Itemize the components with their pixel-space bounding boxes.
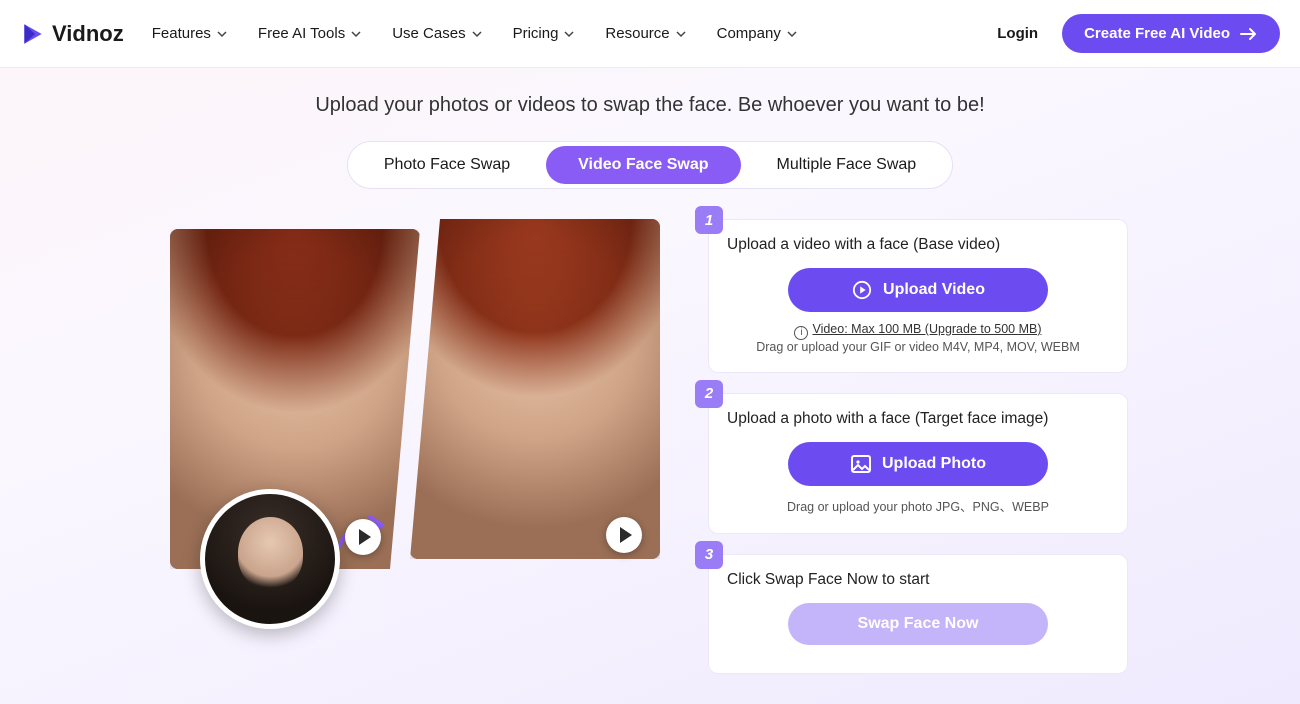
nav-left: Vidnoz Features Free AI Tools Use Cases …: [20, 21, 798, 47]
navbar: Vidnoz Features Free AI Tools Use Cases …: [0, 0, 1300, 68]
step-1-card: 1 Upload a video with a face (Base video…: [708, 219, 1128, 373]
play-icon[interactable]: [606, 517, 642, 553]
tab-video-face-swap[interactable]: Video Face Swap: [546, 146, 740, 184]
step-1-hint: Drag or upload your GIF or video M4V, MP…: [727, 340, 1109, 354]
tabs: Photo Face Swap Video Face Swap Multiple…: [347, 141, 953, 189]
nav-resource[interactable]: Resource: [605, 25, 686, 42]
hero: Upload your photos or videos to swap the…: [0, 68, 1300, 141]
chevron-down-icon: [786, 28, 798, 40]
nav-features[interactable]: Features: [152, 25, 228, 42]
swap-face-now-button[interactable]: Swap Face Now: [788, 603, 1048, 645]
tab-photo-face-swap[interactable]: Photo Face Swap: [352, 146, 542, 184]
play-icon[interactable]: [345, 519, 381, 555]
preview-image-after: [410, 219, 660, 559]
chevron-down-icon: [471, 28, 483, 40]
login-link[interactable]: Login: [997, 25, 1038, 42]
nav-links: Features Free AI Tools Use Cases Pricing…: [152, 25, 798, 42]
main-content: 1 Upload a video with a face (Base video…: [0, 219, 1300, 704]
nav-pricing[interactable]: Pricing: [513, 25, 576, 42]
nav-right: Login Create Free AI Video: [997, 14, 1280, 53]
step-3-title: Click Swap Face Now to start: [727, 571, 1109, 589]
nav-use-cases[interactable]: Use Cases: [392, 25, 482, 42]
logo-text: Vidnoz: [52, 21, 124, 47]
create-video-button[interactable]: Create Free AI Video: [1062, 14, 1280, 53]
logo-icon: [20, 21, 46, 47]
chevron-down-icon: [216, 28, 228, 40]
step-2-hint: Drag or upload your photo JPG、PNG、WEBP: [727, 496, 1109, 515]
step-1-limit: i Video: Max 100 MB (Upgrade to 500 MB): [727, 322, 1109, 340]
step-1-title: Upload a video with a face (Base video): [727, 236, 1109, 254]
info-icon: i: [794, 326, 808, 340]
step-2-title: Upload a photo with a face (Target face …: [727, 410, 1109, 428]
tab-multiple-face-swap[interactable]: Multiple Face Swap: [745, 146, 949, 184]
target-face-thumbnail: [200, 489, 340, 629]
nav-company[interactable]: Company: [717, 25, 798, 42]
upload-photo-button[interactable]: Upload Photo: [788, 442, 1048, 486]
nav-free-ai-tools[interactable]: Free AI Tools: [258, 25, 362, 42]
image-icon: [850, 454, 872, 474]
step-badge: 2: [695, 380, 723, 408]
arrow-right-icon: [1240, 27, 1258, 41]
step-3-card: 3 Click Swap Face Now to start Swap Face…: [708, 554, 1128, 674]
preview-area: [170, 219, 660, 619]
logo[interactable]: Vidnoz: [20, 21, 124, 47]
step-badge: 3: [695, 541, 723, 569]
chevron-down-icon: [675, 28, 687, 40]
upload-video-button[interactable]: Upload Video: [788, 268, 1048, 312]
step-2-card: 2 Upload a photo with a face (Target fac…: [708, 393, 1128, 534]
play-circle-icon: [851, 280, 873, 300]
chevron-down-icon: [563, 28, 575, 40]
hero-subtitle: Upload your photos or videos to swap the…: [0, 94, 1300, 117]
upgrade-link[interactable]: Video: Max 100 MB (Upgrade to 500 MB): [812, 322, 1041, 336]
tabs-container: Photo Face Swap Video Face Swap Multiple…: [0, 141, 1300, 189]
steps-panel: 1 Upload a video with a face (Base video…: [708, 219, 1128, 674]
step-badge: 1: [695, 206, 723, 234]
chevron-down-icon: [350, 28, 362, 40]
